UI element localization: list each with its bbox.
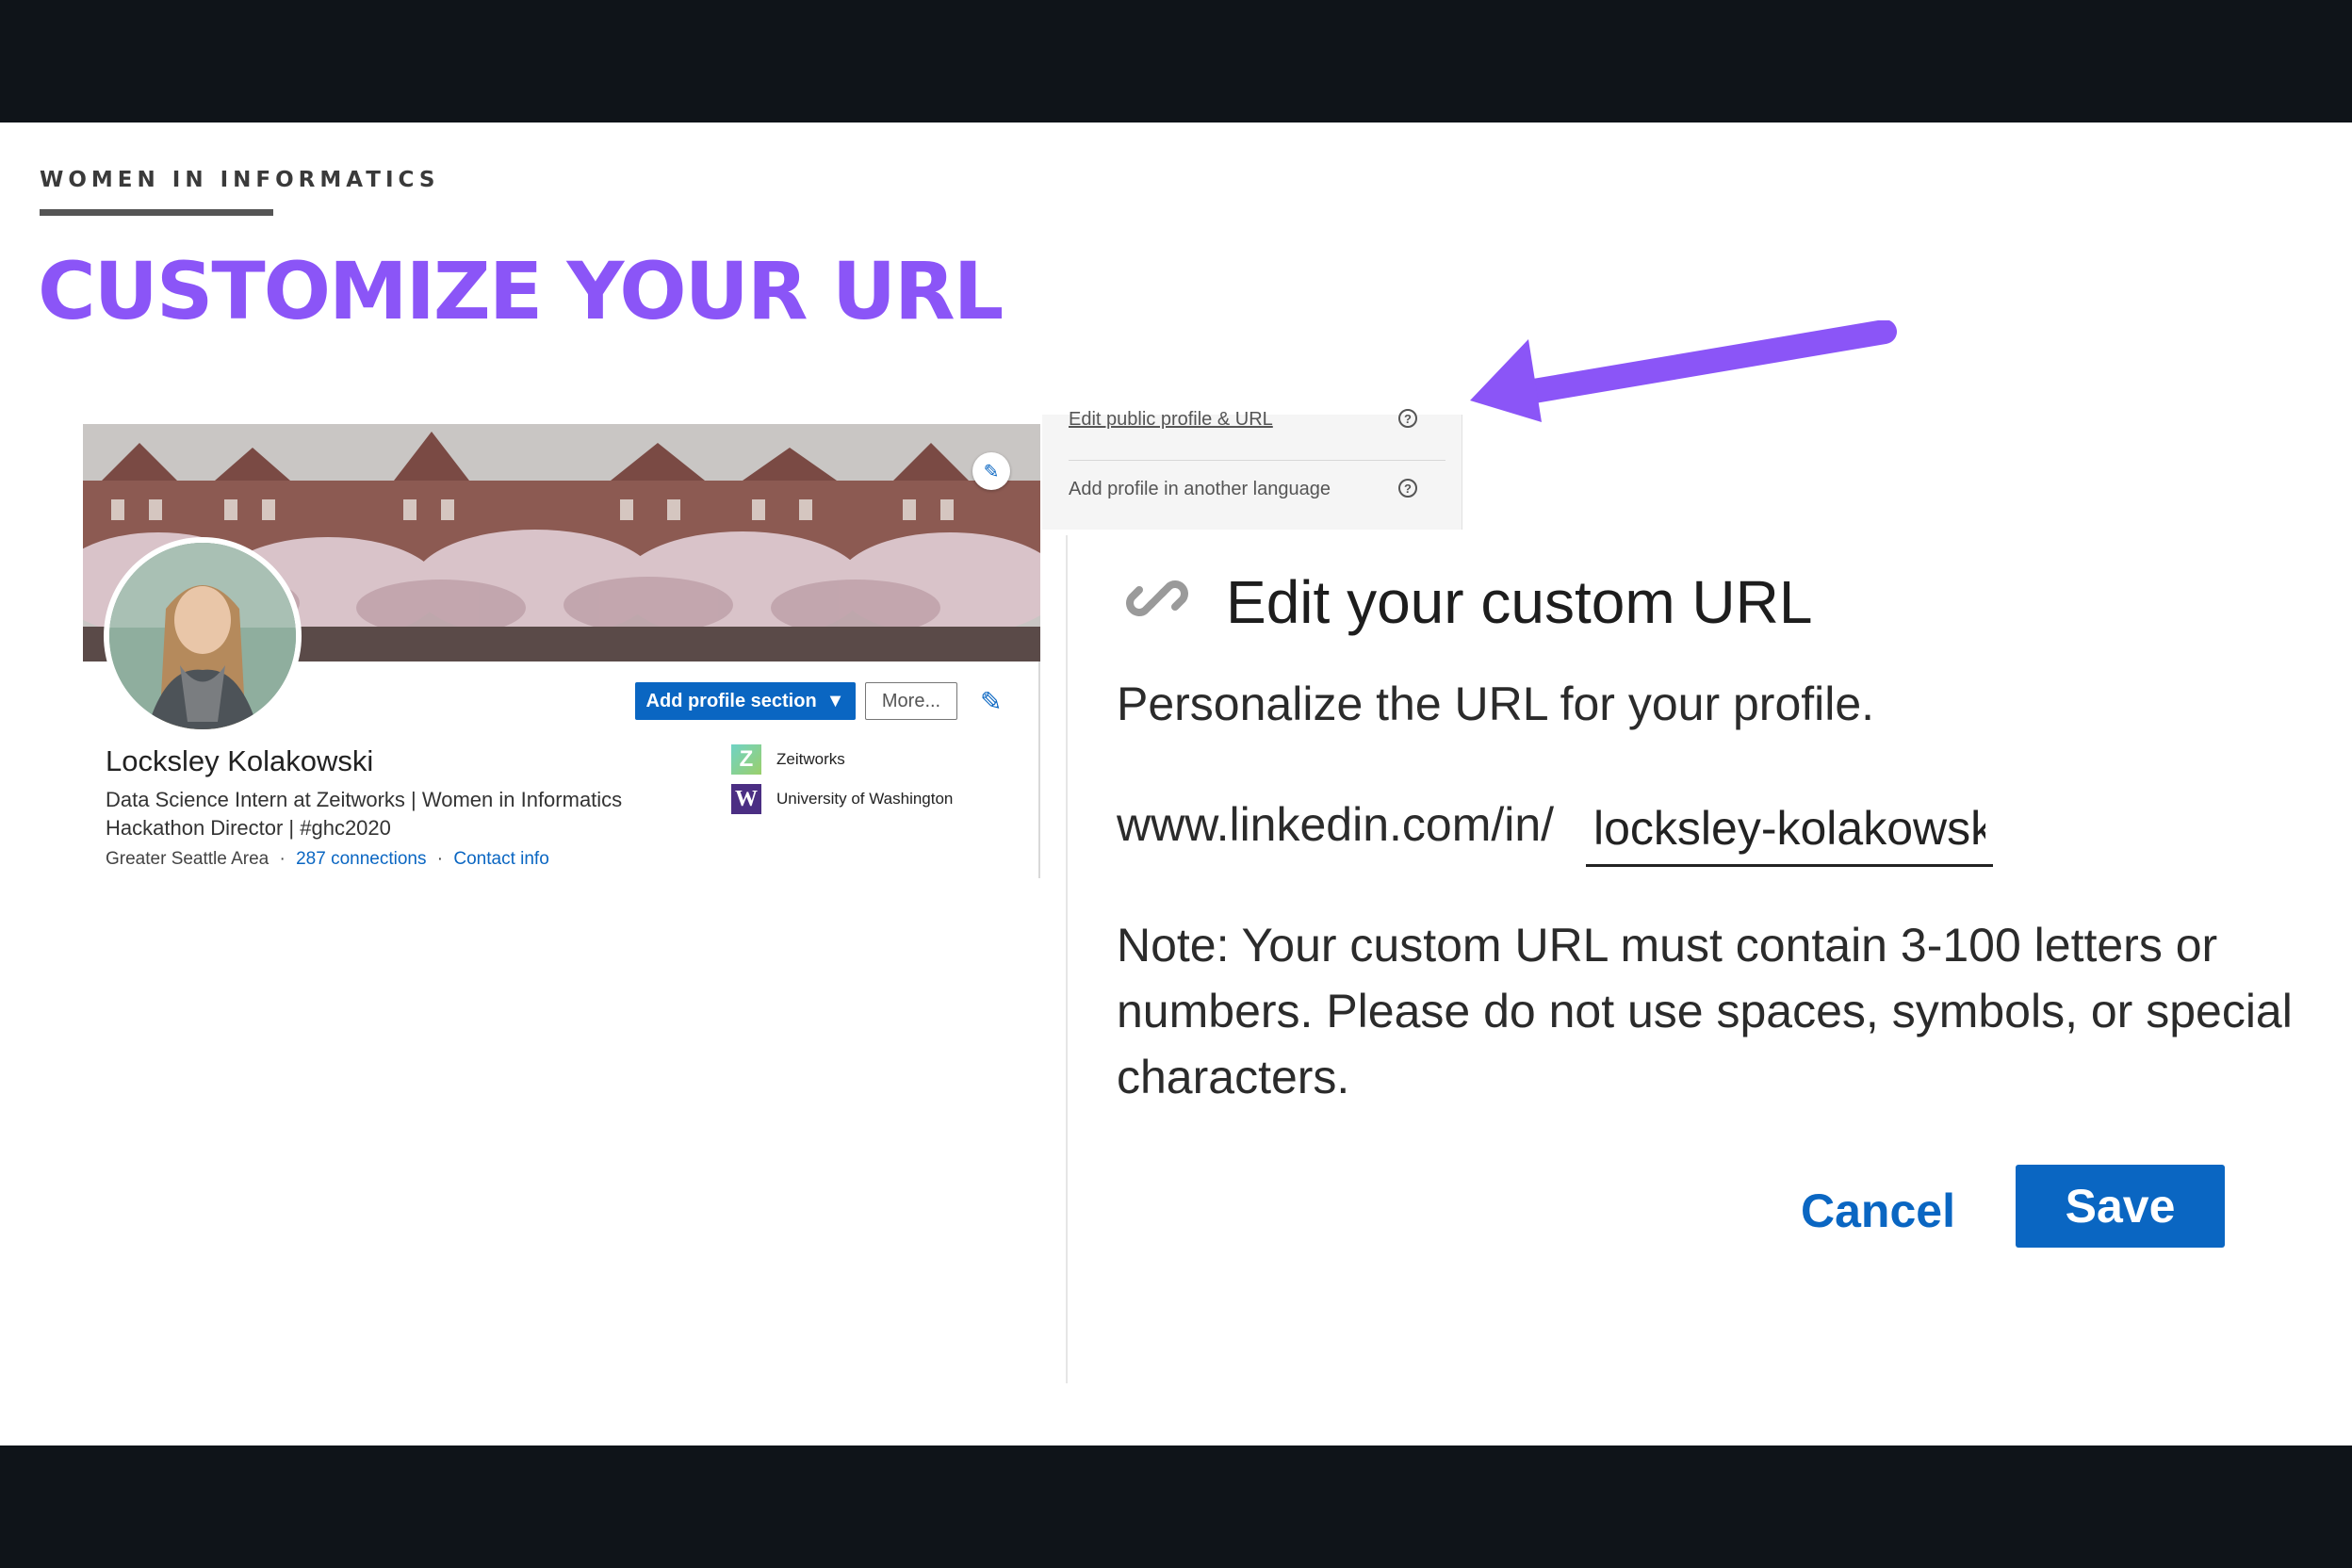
profile-card: ✎ Add profile section ▼ More... ✎ Locksl…: [83, 424, 1040, 878]
caret-down-icon: ▼: [825, 690, 845, 711]
slide: WOMEN IN INFORMATICS CUSTOMIZE YOUR URL: [0, 122, 2352, 1446]
meta-separator: ·: [436, 849, 444, 869]
help-icon[interactable]: ?: [1398, 479, 1417, 498]
avatar-photo: [109, 543, 296, 729]
profile-side-menu: Edit public profile & URL ? Add profile …: [1042, 409, 1462, 530]
profile-meta: Greater Seattle Area · 287 connections ·…: [106, 849, 549, 870]
menu-divider: [1069, 460, 1446, 461]
meta-separator: ·: [279, 849, 286, 869]
link-icon: [1124, 565, 1190, 645]
top-letterbox: [0, 0, 2352, 122]
org-name: University of Washington: [776, 790, 954, 808]
add-profile-section-button[interactable]: Add profile section ▼: [635, 682, 856, 720]
url-rules-note: Note: Your custom URL must contain 3-100…: [1117, 919, 2293, 1103]
edit-cover-icon[interactable]: ✎: [972, 452, 1010, 490]
location: Greater Seattle Area: [106, 849, 270, 869]
add-profile-section-label: Add profile section: [645, 690, 817, 711]
edit-public-profile-link[interactable]: Edit public profile & URL: [1069, 409, 1273, 431]
pointer-arrow-icon: [1470, 320, 1897, 422]
edit-custom-url-dialog: Edit your custom URL Personalize the URL…: [1066, 535, 2328, 1383]
slide-title: CUSTOMIZE YOUR URL: [38, 245, 1004, 337]
slide-kicker: WOMEN IN INFORMATICS: [40, 168, 440, 192]
more-button[interactable]: More...: [865, 682, 957, 720]
help-icon[interactable]: ?: [1398, 409, 1417, 428]
connections-link[interactable]: 287 connections: [296, 849, 426, 869]
avatar[interactable]: [104, 537, 302, 735]
uw-logo: W: [731, 784, 761, 814]
profile-headline: Data Science Intern at Zeitworks | Women…: [106, 788, 623, 840]
add-profile-language-link[interactable]: Add profile in another language: [1069, 479, 1331, 500]
save-button[interactable]: Save: [2016, 1165, 2225, 1248]
zeitworks-logo: Z: [731, 744, 761, 775]
contact-info-link[interactable]: Contact info: [453, 849, 548, 869]
profile-name: Locksley Kolakowski: [106, 744, 374, 777]
kicker-underline: [40, 209, 273, 216]
org-name: Zeitworks: [776, 750, 845, 768]
org-zeitworks[interactable]: Z Zeitworks: [731, 744, 845, 775]
dialog-title: Edit your custom URL: [1226, 568, 1813, 636]
bottom-letterbox: [0, 1446, 2352, 1568]
cancel-button[interactable]: Cancel: [1801, 1184, 1955, 1238]
url-prefix: www.linkedin.com/in/: [1117, 798, 1555, 851]
custom-url-input[interactable]: [1586, 792, 1993, 867]
dialog-subtitle: Personalize the URL for your profile.: [1117, 678, 1875, 730]
org-uw[interactable]: W University of Washington: [731, 784, 953, 814]
edit-intro-icon[interactable]: ✎: [980, 686, 1002, 717]
